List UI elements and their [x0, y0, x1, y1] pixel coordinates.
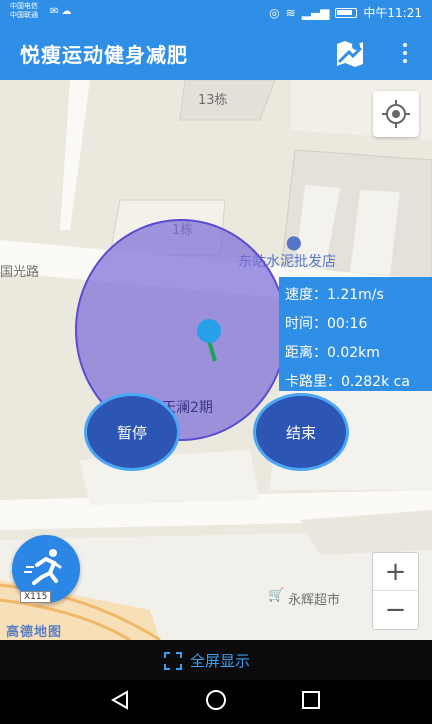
- stat-time: 时间：00:16: [285, 316, 368, 332]
- carrier-info: 中国电信 中国联通: [10, 2, 38, 20]
- nav-buttons: [110, 690, 320, 710]
- app-title: 悦瘦运动健身减肥: [20, 43, 188, 67]
- bottom-bar: 全屏显示: [0, 640, 432, 680]
- carrier-2: 中国联通: [10, 11, 38, 19]
- signal-icon: ▂▄▆: [301, 5, 330, 20]
- carrier-1: 中国电信: [10, 2, 38, 10]
- system-nav-bar: [0, 680, 432, 720]
- status-time: 中午11:21: [363, 6, 422, 20]
- recents-icon[interactable]: [302, 691, 320, 709]
- back-icon[interactable]: [110, 690, 128, 710]
- location-status-icon: ◎: [269, 5, 280, 20]
- stat-distance: 距离：0.02km: [285, 345, 380, 361]
- battery-icon: [335, 7, 358, 18]
- poi-pin-icon: ⬤: [286, 235, 302, 251]
- stat-speed: 速度：1.21m/s: [285, 287, 384, 303]
- location-marker-icon: [197, 319, 221, 362]
- map-route-icon[interactable]: [333, 36, 367, 70]
- status-bar: 中国电信 中国联通 ✉ ☁ ◎ ≋ ▂▄▆ 中午11:21: [0, 0, 432, 26]
- map-label-road: 国光路: [0, 265, 40, 280]
- more-vert-icon[interactable]: [398, 38, 412, 68]
- end-button[interactable]: 结束: [253, 393, 349, 471]
- stats-panel: 速度：1.21m/s 时间：00:16 距离：0.02km 卡路里：0.282k…: [279, 277, 432, 391]
- fullscreen-icon: [164, 651, 182, 670]
- map-label-building-13: 13栋: [198, 93, 228, 108]
- status-right: ◎ ≋ ▂▄▆ 中午11:21: [269, 4, 422, 21]
- zoom-in-button[interactable]: +: [373, 553, 418, 591]
- notification-icons: ✉ ☁: [50, 6, 72, 17]
- wifi-icon: ≋: [285, 5, 296, 20]
- fullscreen-button[interactable]: 全屏显示: [164, 650, 250, 671]
- fullscreen-label: 全屏显示: [190, 652, 251, 670]
- road-tag: X115: [20, 591, 52, 603]
- locate-icon: [382, 100, 410, 128]
- home-icon[interactable]: [206, 690, 226, 710]
- poi-supermarket-icon: 🛒: [268, 588, 285, 603]
- app-bar: 悦瘦运动健身减肥: [0, 26, 432, 80]
- pause-button[interactable]: 暂停: [84, 393, 180, 471]
- locate-button[interactable]: [373, 91, 419, 137]
- zoom-out-button[interactable]: −: [373, 591, 418, 629]
- zoom-control: + −: [372, 552, 419, 630]
- amap-logo: 高德地图: [6, 625, 63, 640]
- map-view[interactable]: 13栋 1栋 国光路 ⬤ 东站水泥批发店 🛒 永辉超市 天澜2期 速度：1.21…: [0, 80, 432, 640]
- map-label-poi-supermarket[interactable]: 永辉超市: [288, 589, 340, 608]
